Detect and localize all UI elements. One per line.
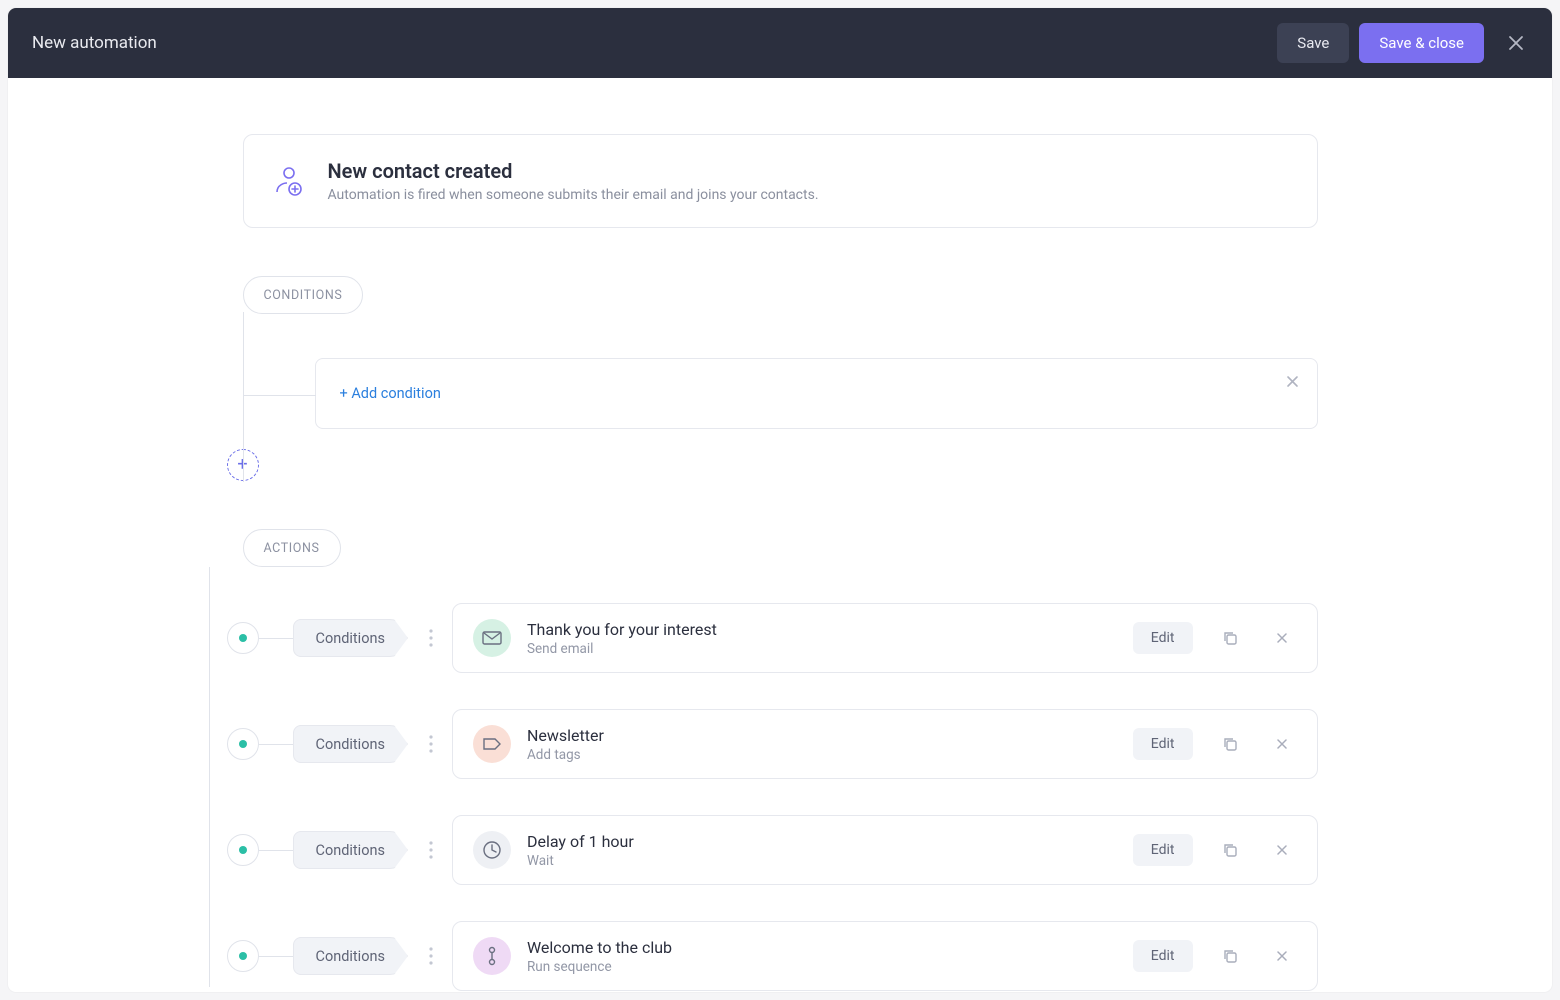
action-node-dot xyxy=(227,834,259,866)
connector-line xyxy=(259,744,293,745)
drag-handle-icon[interactable] xyxy=(422,734,440,754)
duplicate-action-icon[interactable] xyxy=(1215,835,1245,865)
action-row: Conditions Delay of 1 hour Wait Edit xyxy=(277,815,1318,885)
action-node-dot xyxy=(227,940,259,972)
connector-line xyxy=(209,567,210,987)
remove-action-icon[interactable] xyxy=(1267,835,1297,865)
sequence-icon xyxy=(473,937,511,975)
action-title: Welcome to the club xyxy=(527,938,1117,957)
drag-handle-icon[interactable] xyxy=(422,946,440,966)
save-and-close-button[interactable]: Save & close xyxy=(1359,23,1484,63)
action-node-dot xyxy=(227,622,259,654)
automation-builder: New automation Save Save & close New con… xyxy=(8,8,1552,992)
connector-line xyxy=(244,395,316,396)
action-conditions-button[interactable]: Conditions xyxy=(293,831,408,869)
trigger-card[interactable]: New contact created Automation is fired … xyxy=(243,134,1318,228)
add-condition-link[interactable]: + Add condition xyxy=(340,385,441,402)
action-title: Thank you for your interest xyxy=(527,620,1117,639)
actions-section: ACTIONS Conditions Thank you for your in… xyxy=(243,529,1318,992)
action-conditions-button[interactable]: Conditions xyxy=(293,725,408,763)
header-bar: New automation Save Save & close xyxy=(8,8,1552,78)
condition-card: + Add condition xyxy=(315,358,1318,429)
duplicate-action-icon[interactable] xyxy=(1215,729,1245,759)
connector-line xyxy=(259,638,293,639)
action-subtitle: Add tags xyxy=(527,747,1117,763)
edit-action-button[interactable]: Edit xyxy=(1133,622,1193,654)
action-node-dot xyxy=(227,728,259,760)
close-icon[interactable] xyxy=(1498,25,1534,61)
actions-section-chip: ACTIONS xyxy=(243,529,341,567)
remove-action-icon[interactable] xyxy=(1267,623,1297,653)
action-row: Conditions Thank you for your interest S… xyxy=(277,603,1318,673)
tag-icon xyxy=(473,725,511,763)
action-card[interactable]: Welcome to the club Run sequence Edit xyxy=(452,921,1318,991)
action-row: Conditions Welcome to the club Run seque… xyxy=(277,921,1318,991)
action-conditions-button[interactable]: Conditions xyxy=(293,619,408,657)
drag-handle-icon[interactable] xyxy=(422,628,440,648)
remove-action-icon[interactable] xyxy=(1267,941,1297,971)
conditions-section-chip: CONDITIONS xyxy=(243,276,364,314)
remove-action-icon[interactable] xyxy=(1267,729,1297,759)
action-subtitle: Run sequence xyxy=(527,959,1117,975)
remove-condition-icon[interactable] xyxy=(1286,373,1299,392)
action-card[interactable]: Delay of 1 hour Wait Edit xyxy=(452,815,1318,885)
action-row: Conditions Newsletter Add tags Edit xyxy=(277,709,1318,779)
clock-icon xyxy=(473,831,511,869)
duplicate-action-icon[interactable] xyxy=(1215,941,1245,971)
builder-content: New contact created Automation is fired … xyxy=(8,78,1552,992)
action-title: Delay of 1 hour xyxy=(527,832,1117,851)
trigger-description: Automation is fired when someone submits… xyxy=(328,187,819,203)
action-conditions-button[interactable]: Conditions xyxy=(293,937,408,975)
edit-action-button[interactable]: Edit xyxy=(1133,834,1193,866)
action-title: Newsletter xyxy=(527,726,1117,745)
action-card[interactable]: Newsletter Add tags Edit xyxy=(452,709,1318,779)
connector-line xyxy=(243,312,244,482)
duplicate-action-icon[interactable] xyxy=(1215,623,1245,653)
drag-handle-icon[interactable] xyxy=(422,840,440,860)
action-subtitle: Send email xyxy=(527,641,1117,657)
conditions-section: CONDITIONS + Add condition + xyxy=(243,276,1318,481)
conditions-block: + Add condition + xyxy=(277,314,1318,481)
connector-line xyxy=(259,956,293,957)
page-title: New automation xyxy=(32,33,1277,53)
trigger-title: New contact created xyxy=(328,159,819,183)
connector-line xyxy=(259,850,293,851)
action-subtitle: Wait xyxy=(527,853,1117,869)
action-card[interactable]: Thank you for your interest Send email E… xyxy=(452,603,1318,673)
mail-icon xyxy=(473,619,511,657)
edit-action-button[interactable]: Edit xyxy=(1133,940,1193,972)
person-add-icon xyxy=(272,164,306,198)
save-button[interactable]: Save xyxy=(1277,23,1349,63)
edit-action-button[interactable]: Edit xyxy=(1133,728,1193,760)
